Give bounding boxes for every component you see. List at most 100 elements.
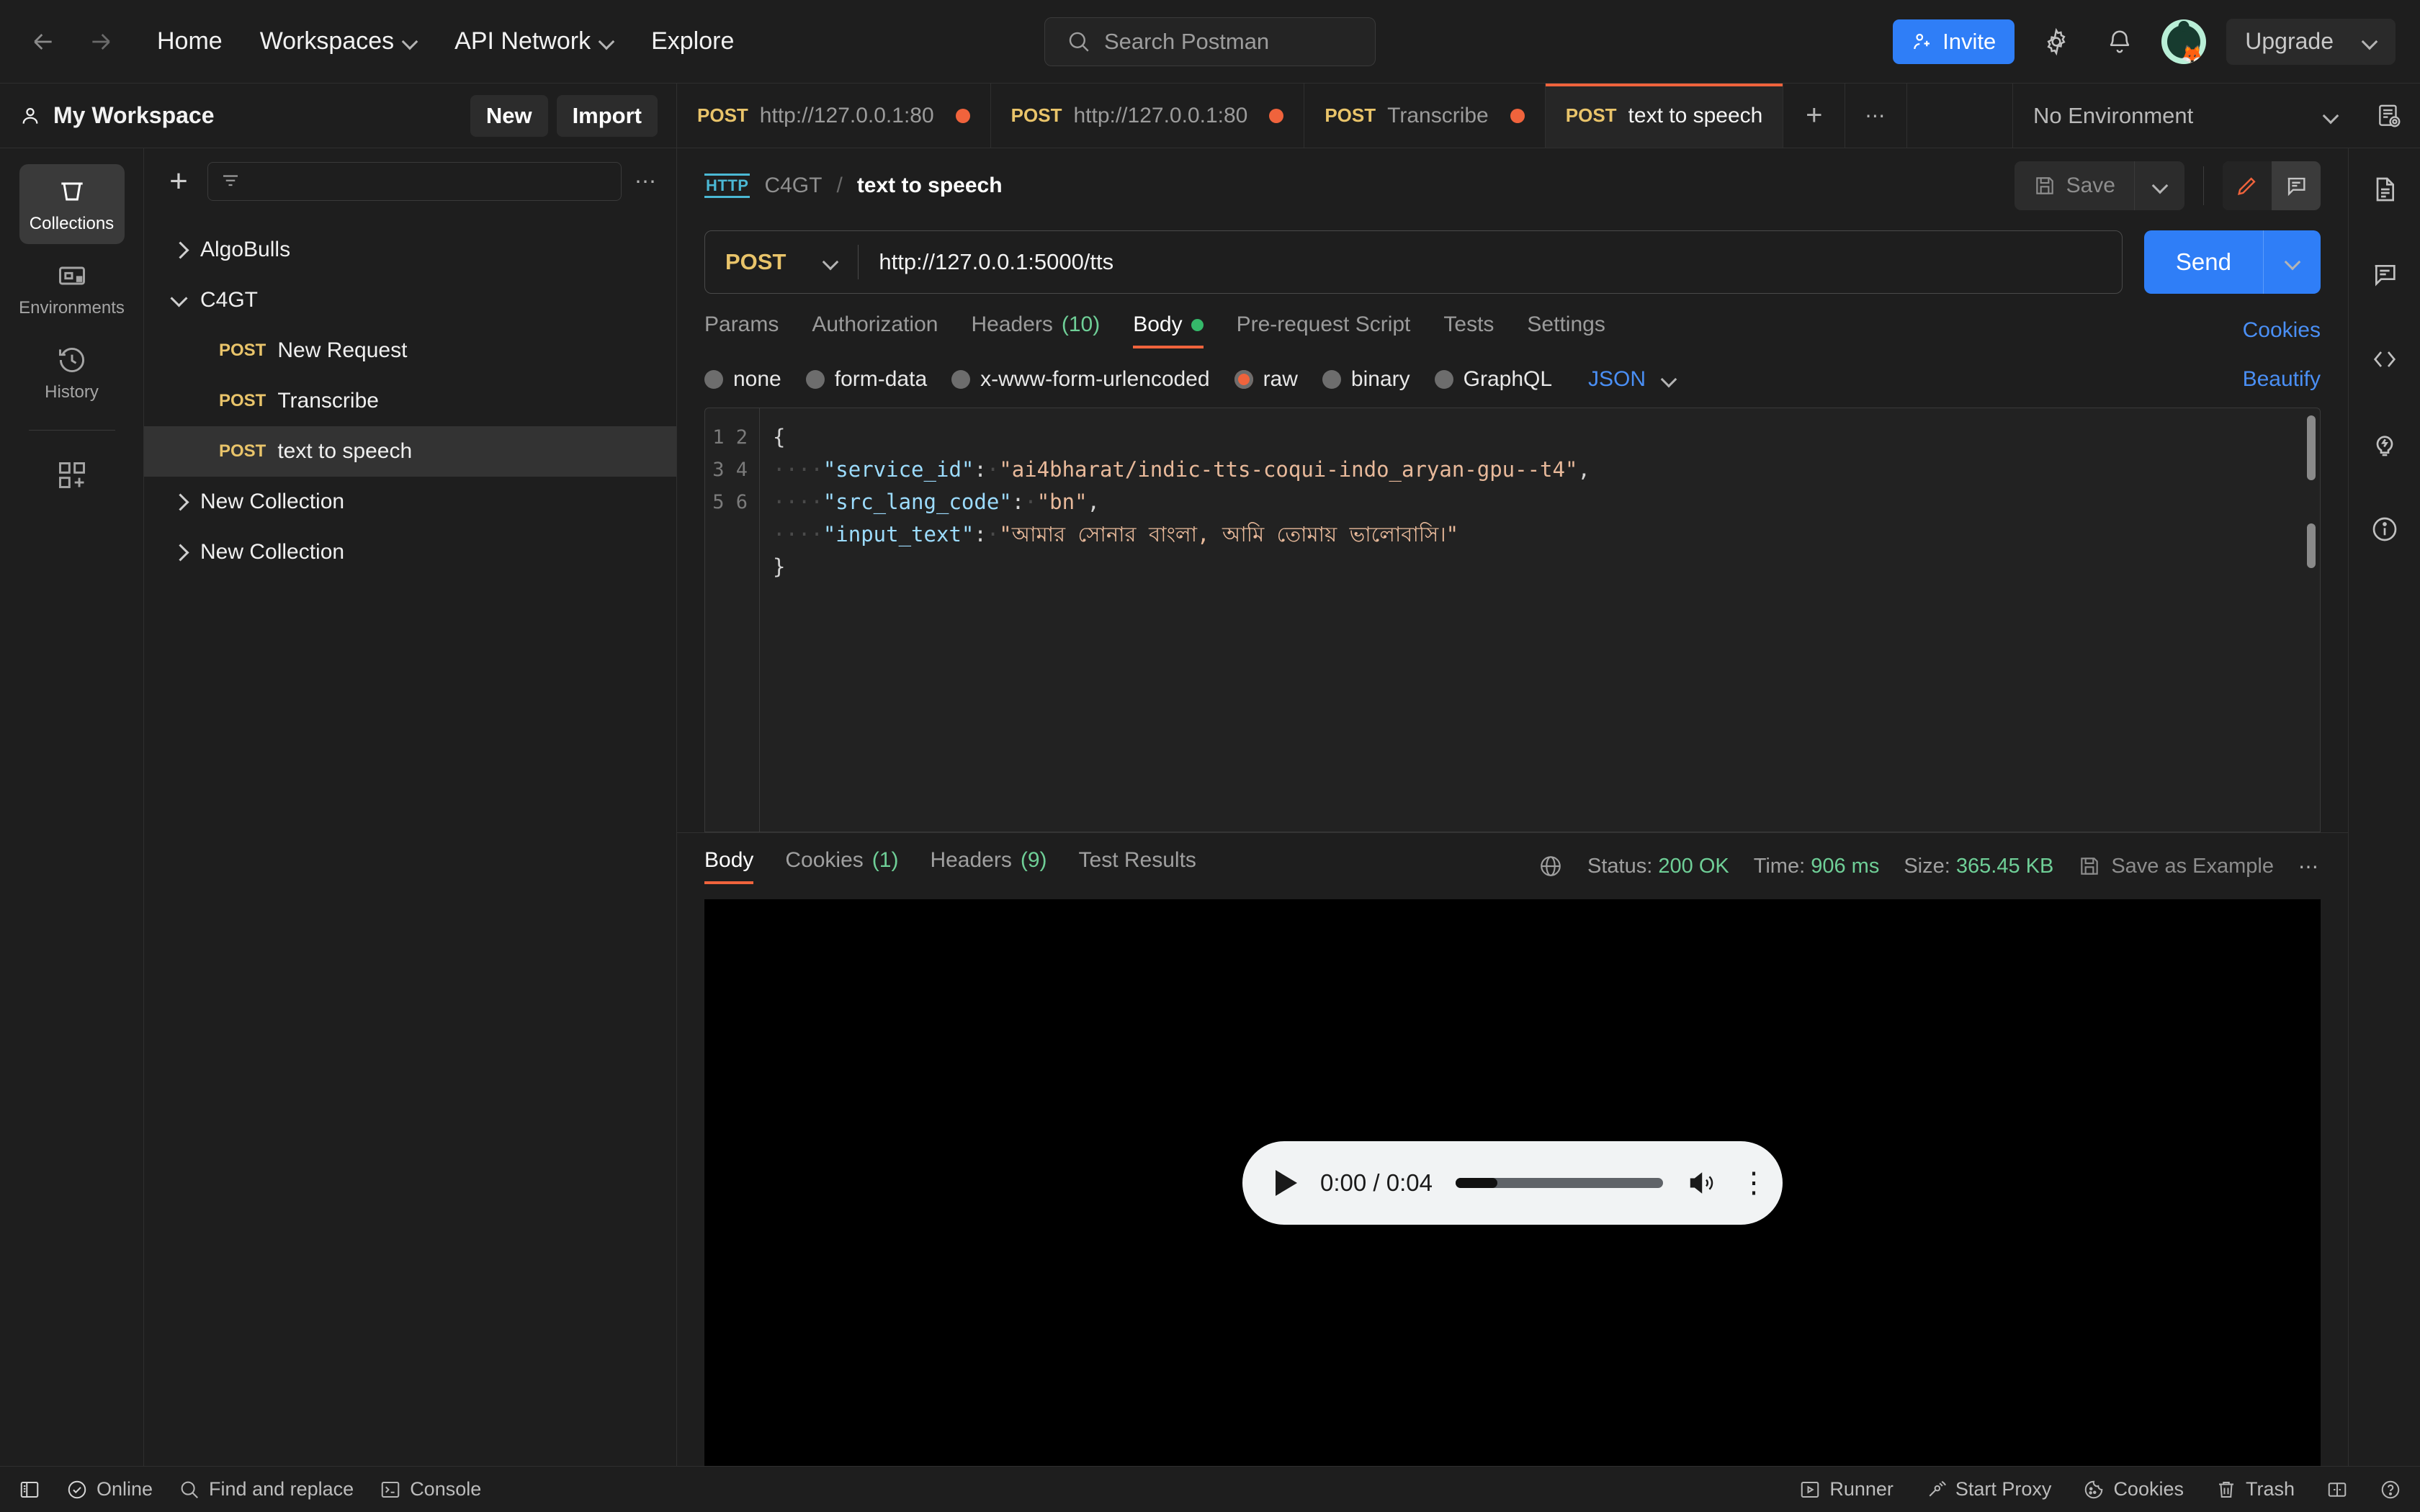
nav-home[interactable]: Home [141,19,238,64]
invite-button[interactable]: Invite [1893,19,2015,64]
upgrade-button[interactable]: Upgrade [2226,19,2396,65]
console-button[interactable]: Console [380,1478,481,1500]
response-options-icon[interactable]: ⋯ [2298,855,2321,878]
unsaved-dot-icon [1269,109,1283,123]
save-options-button[interactable] [2134,161,2184,210]
request-tab[interactable]: POST http://127.0.0.1:80 [677,84,991,148]
environment-quicklook-icon[interactable] [2358,84,2420,148]
send-button[interactable]: Send [2144,230,2263,294]
sidebar-options-icon[interactable]: ⋯ [635,169,658,194]
body-editor[interactable]: 1 2 3 4 5 6 { ····"service_id":·"ai4bhar… [704,408,2321,832]
invite-label: Invite [1942,29,1996,55]
forward-icon[interactable] [82,23,120,60]
editor-code[interactable]: { ····"service_id":·"ai4bharat/indic-tts… [760,408,2320,832]
sidebar-filter-input[interactable] [207,162,622,201]
tab-tests[interactable]: Tests [1443,312,1494,348]
layout-toggle-button[interactable] [2326,1479,2348,1500]
info-icon[interactable] [2362,507,2407,552]
tree-request-transcribe[interactable]: POST Transcribe [144,376,676,426]
save-as-example-button[interactable]: Save as Example [2078,855,2274,878]
method-selector[interactable]: POST [705,249,858,275]
add-panel-button[interactable] [19,448,125,501]
find-and-replace-button[interactable]: Find and replace [179,1478,354,1500]
sidebar-item-environments[interactable]: Environments [19,248,125,328]
nav-explore-label: Explore [651,27,734,55]
tab-body[interactable]: Body [1133,312,1203,348]
tree-collection-new-collection-1[interactable]: New Collection [144,477,676,527]
workspace-title[interactable]: My Workspace [19,102,215,129]
lightbulb-icon[interactable] [2362,422,2407,467]
response-tab-cookies[interactable]: Cookies (1) [785,848,898,884]
bell-icon[interactable] [2098,20,2141,63]
document-icon[interactable] [2362,167,2407,212]
tree-request-new-request[interactable]: POST New Request [144,325,676,376]
environment-selector[interactable]: No Environment [2012,84,2358,148]
request-tab[interactable]: POST Transcribe [1304,84,1545,148]
search-input[interactable]: Search Postman [1044,17,1376,66]
body-type-raw[interactable]: raw [1234,367,1298,392]
tab-params[interactable]: Params [704,312,779,348]
add-collection-button[interactable]: + [163,166,194,197]
tab-authorization[interactable]: Authorization [812,312,938,348]
sidebar-item-history[interactable]: History [19,333,125,413]
breadcrumb-request-name[interactable]: text to speech [857,174,1003,198]
new-tab-button[interactable]: + [1783,84,1845,148]
editor-scrollbar-thumb[interactable] [2307,523,2316,568]
cookies-link[interactable]: Cookies [2243,318,2321,343]
tab-headers[interactable]: Headers (10) [971,312,1100,348]
editor-scrollbar[interactable] [2307,415,2316,480]
avatar[interactable]: 🦊 [2161,19,2206,64]
new-button[interactable]: New [470,95,548,137]
nav-workspaces[interactable]: Workspaces [244,19,433,64]
volume-icon[interactable] [1686,1168,1716,1198]
tab-options-icon[interactable]: ⋯ [1845,84,1907,148]
status-group: Status: 200 OK [1587,855,1729,878]
send-options-button[interactable] [2263,230,2321,294]
body-type-urlencoded[interactable]: x-www-form-urlencoded [951,367,1209,392]
tab-pre-request-script[interactable]: Pre-request Script [1237,312,1411,348]
body-type-none[interactable]: none [704,367,781,392]
back-icon[interactable] [24,23,62,60]
body-type-graphql[interactable]: GraphQL [1435,367,1552,392]
tree-collection-c4gt[interactable]: C4GT [144,275,676,325]
breadcrumb-collection[interactable]: C4GT [764,174,822,198]
tree-request-text-to-speech[interactable]: POST text to speech [144,426,676,477]
response-tab-body[interactable]: Body [704,848,753,884]
request-tabs: Params Authorization Headers (10) Body P… [677,312,2348,348]
tree-collection-algobulls[interactable]: AlgoBulls [144,225,676,275]
runner-button[interactable]: Runner [1799,1478,1894,1500]
start-proxy-button[interactable]: Start Proxy [1925,1478,2052,1500]
audio-player[interactable]: 0:00 / 0:04 ⋮ [1242,1141,1783,1225]
save-button[interactable]: Save [2015,161,2134,210]
edit-pencil-icon[interactable] [2223,161,2272,210]
gear-icon[interactable] [2035,20,2078,63]
code-icon[interactable] [2362,337,2407,382]
response-tab-headers[interactable]: Headers (9) [930,848,1047,884]
beautify-button[interactable]: Beautify [2243,367,2321,392]
sidebar-toggle-button[interactable] [19,1479,40,1500]
response-tab-test-results[interactable]: Test Results [1079,848,1196,884]
url-input[interactable]: http://127.0.0.1:5000/tts [859,249,2122,275]
sidebar-item-collections[interactable]: Collections [19,164,125,244]
request-tab-active[interactable]: POST text to speech [1546,84,1784,148]
tree-collection-new-collection-2[interactable]: New Collection [144,527,676,577]
comment-icon[interactable] [2272,161,2321,210]
body-type-form-data[interactable]: form-data [806,367,927,392]
help-button[interactable] [2380,1479,2401,1500]
import-button[interactable]: Import [557,95,658,137]
trash-button[interactable]: Trash [2215,1478,2295,1500]
online-status[interactable]: Online [66,1478,153,1500]
body-type-form-data-label: form-data [835,367,927,392]
tab-label: http://127.0.0.1:80 [1073,104,1247,128]
body-type-binary[interactable]: binary [1322,367,1410,392]
audio-more-options-icon[interactable]: ⋮ [1739,1175,1754,1191]
request-tab[interactable]: POST http://127.0.0.1:80 [991,84,1305,148]
tab-settings[interactable]: Settings [1527,312,1605,348]
nav-api-network[interactable]: API Network [439,19,629,64]
nav-explore[interactable]: Explore [635,19,750,64]
cookies-button[interactable]: Cookies [2083,1478,2184,1500]
raw-format-selector[interactable]: JSON [1588,367,1676,392]
play-icon[interactable] [1276,1170,1297,1196]
audio-progress-slider[interactable] [1456,1178,1663,1188]
comment-icon[interactable] [2362,252,2407,297]
